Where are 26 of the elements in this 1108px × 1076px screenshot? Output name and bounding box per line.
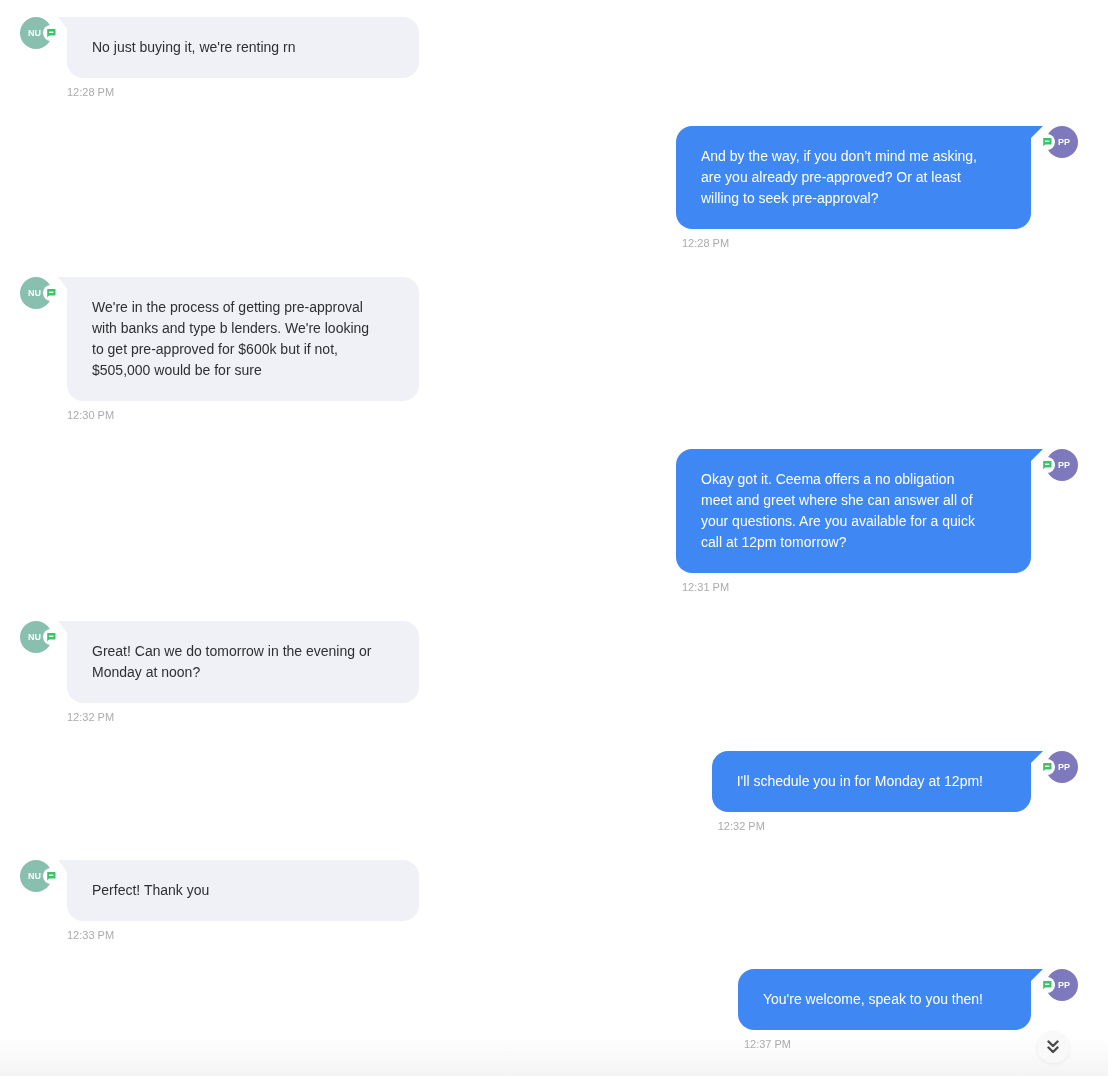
message-time: 12:33 PM — [67, 928, 115, 943]
double-chevron-down-icon — [1047, 1040, 1059, 1054]
message-time: 12:28 PM — [682, 236, 730, 251]
message-bubble: Great! Can we do tomorrow in the evening or Monday at noon? — [58, 621, 419, 703]
sms-chat-icon — [43, 25, 59, 41]
avatar: NU — [20, 17, 52, 49]
avatar: NU — [20, 860, 52, 892]
message-time: 12:32 PM — [717, 819, 765, 834]
avatar: NU — [20, 277, 52, 309]
avatar: NU — [20, 621, 52, 653]
message-bubble: We're in the process of getting pre-approval with banks and type b lenders. We're looking to get pre-approved for $600k but if not, $505,000 would be for sure — [58, 277, 419, 401]
message-time: 12:32 PM — [67, 710, 115, 725]
scroll-down-button[interactable] — [1037, 1031, 1069, 1063]
sms-chat-icon — [43, 868, 59, 884]
message-bubble: You're welcome, speak to you then! — [737, 969, 1043, 1030]
message-bubble: Okay got it. Ceema offers a no obligation meet and greet where she can answer all of your questions. Are you available for a quick call at 12pm tomorrow? — [676, 449, 1043, 573]
sms-chat-icon — [43, 629, 59, 645]
message-time: 12:37 PM — [743, 1037, 791, 1052]
message-bubble: And by the way, if you don’t mind me asking, are you already pre-approved? Or at least willing to seek pre-approval? — [676, 126, 1043, 229]
message-bubble: No just buying it, we're renting rn — [58, 17, 419, 78]
message-time: 12:30 PM — [67, 408, 115, 423]
message-time: 12:31 PM — [682, 580, 730, 595]
message-time: 12:28 PM — [67, 85, 115, 100]
sms-chat-icon — [43, 285, 59, 301]
message-bubble: I'll schedule you in for Monday at 12pm! — [711, 751, 1043, 812]
message-bubble: Perfect! Thank you — [58, 860, 419, 921]
